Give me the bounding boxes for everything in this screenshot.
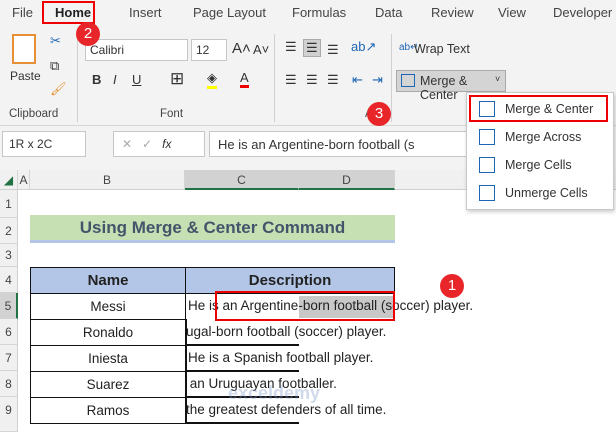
select-all-button[interactable]: ◢ <box>0 170 18 190</box>
name-cell[interactable]: Messi <box>30 293 186 320</box>
font-label: Font <box>160 108 184 120</box>
name-cell[interactable]: Ronaldo <box>30 319 186 346</box>
copy-icon[interactable]: ⧉ <box>50 58 59 74</box>
merge-center-annotation-box <box>469 95 608 122</box>
table-border <box>185 370 299 372</box>
increase-indent-icon[interactable]: ⇥ <box>372 72 383 88</box>
decrease-font-icon[interactable]: A˅ <box>253 42 269 57</box>
tab-developer[interactable]: Developer <box>553 5 612 20</box>
merge-center-dropdown[interactable]: Merge & Center ˅ <box>396 70 506 102</box>
name-cell[interactable]: Ramos <box>30 397 186 424</box>
row-header[interactable]: 2 <box>0 218 18 244</box>
format-painter-icon[interactable]: 🖌 <box>50 81 67 97</box>
name-cell[interactable]: Suarez <box>30 371 186 398</box>
row-header[interactable]: 8 <box>0 371 18 397</box>
column-header-b[interactable]: B <box>30 170 185 190</box>
italic-button[interactable]: I <box>113 72 117 87</box>
align-center-icon[interactable]: ☰ <box>306 72 318 88</box>
row-header[interactable]: 3 <box>0 244 18 267</box>
tab-formulas[interactable]: Formulas <box>292 5 346 20</box>
tab-view[interactable]: View <box>498 5 526 20</box>
table-border <box>185 344 299 346</box>
header-description[interactable]: Description <box>185 267 395 294</box>
clipboard-label: Clipboard <box>9 108 59 120</box>
borders-icon[interactable]: ⊞ <box>170 69 184 89</box>
tab-data[interactable]: Data <box>375 5 402 20</box>
tab-page-layout[interactable]: Page Layout <box>193 5 266 20</box>
home-highlight <box>42 1 95 24</box>
merge-cells-icon <box>479 157 495 173</box>
step-badge-3: 3 <box>367 102 391 126</box>
font-name-select[interactable]: Calibri <box>85 39 188 61</box>
merge-across-icon <box>479 129 495 145</box>
tab-review[interactable]: Review <box>431 5 474 20</box>
row-header[interactable]: 6 <box>0 319 18 345</box>
menu-item-unmerge-cells[interactable]: Unmerge Cells <box>467 181 613 207</box>
header-name[interactable]: Name <box>30 267 186 294</box>
bottom-align-icon[interactable]: ☰ <box>327 42 339 58</box>
row-header[interactable]: 4 <box>0 267 18 293</box>
wrap-text-button[interactable]: Wrap Text <box>414 42 470 56</box>
font-size-select[interactable]: 12 <box>191 39 227 61</box>
bold-button[interactable]: B <box>92 72 101 87</box>
unmerge-cells-icon <box>479 185 495 201</box>
column-header-d[interactable]: D <box>299 170 395 190</box>
name-box[interactable]: 1R x 2C <box>2 131 86 157</box>
chevron-down-icon: ˅ <box>495 74 501 84</box>
middle-align-icon[interactable]: ☰ <box>303 39 321 57</box>
top-align-icon[interactable]: ☰ <box>285 39 297 55</box>
increase-font-icon[interactable]: A˄ <box>232 40 251 57</box>
sheet-title[interactable]: Using Merge & Center Command <box>30 215 395 243</box>
formula-buttons: ✕ ✓ fx <box>113 131 205 157</box>
row-header[interactable]: 9 <box>0 397 18 432</box>
underline-button[interactable]: U <box>132 72 141 87</box>
description-cell[interactable]: ugal-born football (soccer) player. <box>186 319 486 345</box>
row-header[interactable]: 7 <box>0 345 18 371</box>
cut-icon[interactable]: ✂ <box>50 33 61 49</box>
step-badge-2: 2 <box>76 22 100 46</box>
row-header[interactable]: 1 <box>0 190 18 218</box>
decrease-indent-icon[interactable]: ⇤ <box>352 72 363 88</box>
fill-color-icon[interactable]: ◈ <box>207 70 217 89</box>
merge-icon <box>401 74 415 87</box>
watermark: exceldemy <box>228 383 321 403</box>
menu-item-merge-across[interactable]: Merge Across <box>467 125 613 151</box>
table-border <box>185 422 299 424</box>
name-cell[interactable]: Iniesta <box>30 345 186 372</box>
paste-button[interactable]: Paste <box>10 69 41 83</box>
paste-icon[interactable] <box>12 34 36 64</box>
menu-item-merge-cells[interactable]: Merge Cells <box>467 153 613 179</box>
table-border <box>185 319 187 424</box>
column-header-c[interactable]: C <box>185 170 299 190</box>
row-header[interactable]: 5 <box>0 293 18 319</box>
step-badge-1: 1 <box>440 274 464 298</box>
tab-file[interactable]: File <box>12 5 33 20</box>
selection-annotation-box <box>215 291 395 321</box>
align-left-icon[interactable]: ☰ <box>285 72 297 88</box>
tab-insert[interactable]: Insert <box>129 5 162 20</box>
column-header-a[interactable]: A <box>18 170 30 190</box>
align-right-icon[interactable]: ☰ <box>327 72 339 88</box>
orientation-icon[interactable]: ab↗ <box>351 39 376 55</box>
description-cell[interactable]: He is a Spanish football player. <box>188 345 488 371</box>
font-color-button[interactable]: A <box>240 70 249 88</box>
